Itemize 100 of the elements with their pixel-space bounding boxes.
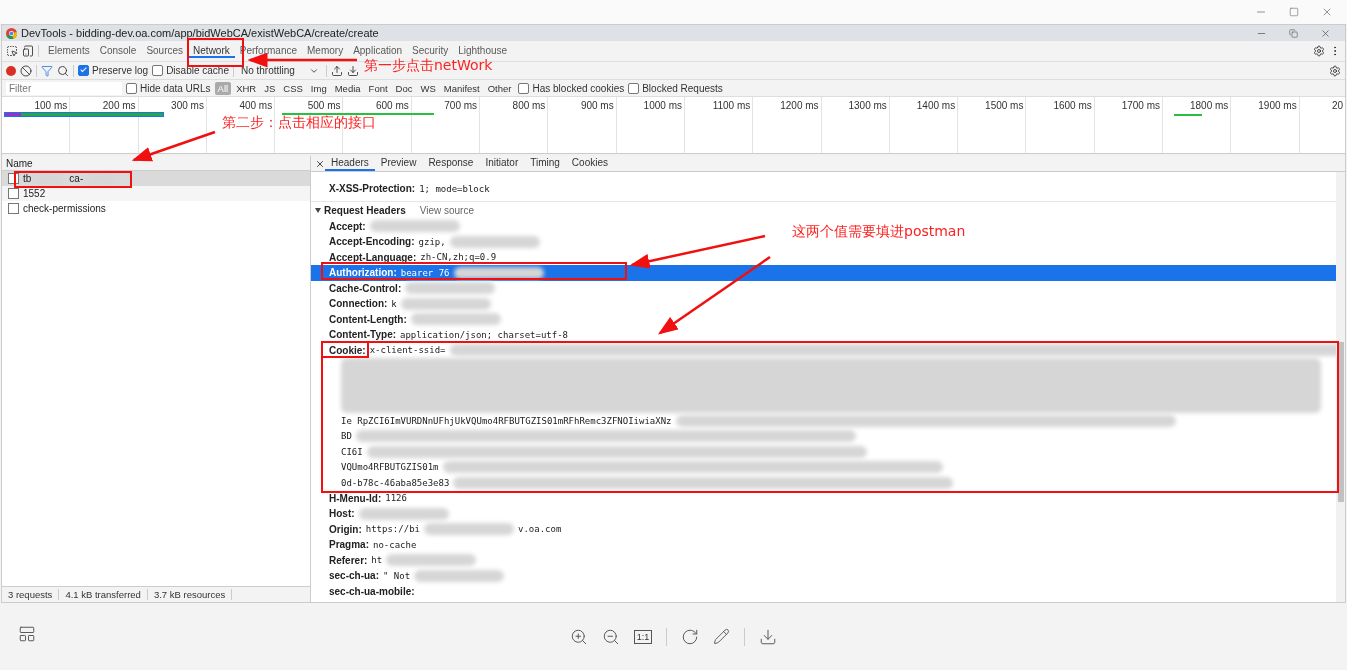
detail-tab[interactable]: Response: [422, 156, 480, 171]
panel-tab[interactable]: Elements: [43, 44, 95, 58]
detail-tab[interactable]: Initiator: [479, 156, 525, 171]
header-name: Cookie:: [329, 344, 366, 356]
type-filter[interactable]: Img: [307, 81, 330, 95]
request-row[interactable]: tb ca-: [2, 171, 310, 186]
annotation-note: 这两个值需要填进postman: [792, 223, 966, 239]
time-tick: 1000 ms: [643, 100, 682, 112]
detail-tab[interactable]: Cookies: [565, 156, 614, 171]
clear-icon[interactable]: [20, 64, 32, 77]
type-filter[interactable]: Manifest: [440, 81, 483, 95]
header-name: Authorization:: [329, 267, 397, 279]
checkbox[interactable]: [518, 82, 530, 94]
checkbox-label: Blocked Requests: [642, 82, 723, 94]
request-row[interactable]: 1552: [2, 186, 310, 201]
header-name: Content-Length:: [329, 313, 407, 325]
header-value: gzip,: [418, 236, 446, 247]
panel-tab[interactable]: Sources: [141, 44, 189, 58]
header-value: CI6I: [341, 446, 363, 457]
time-tick: 20: [1331, 100, 1343, 112]
checkbox[interactable]: [8, 188, 19, 199]
header-value: k: [391, 298, 397, 309]
time-tick: 1300 ms: [848, 100, 887, 112]
throttling-dropdown[interactable]: No throttling: [237, 65, 322, 76]
filter-field[interactable]: Filter: [6, 81, 122, 95]
layout-icon[interactable]: [18, 625, 36, 643]
section-title[interactable]: Request Headers: [315, 204, 406, 216]
time-tick: 1600 ms: [1053, 100, 1092, 112]
header-name: Referer:: [329, 554, 368, 566]
checkbox[interactable]: [78, 65, 89, 76]
record-icon[interactable]: [6, 65, 16, 76]
type-filter[interactable]: Font: [365, 81, 391, 95]
panel-tab[interactable]: Memory: [302, 44, 349, 58]
type-filter[interactable]: XHR: [233, 81, 260, 95]
header-name: Accept-Encoding:: [329, 236, 415, 248]
zoom-out-icon[interactable]: [601, 627, 620, 646]
zoom-in-icon[interactable]: [569, 627, 588, 646]
detail-tab[interactable]: Timing: [524, 156, 566, 171]
type-filter[interactable]: Media: [331, 81, 364, 95]
time-tick: 700 ms: [444, 100, 478, 112]
download-icon[interactable]: [759, 627, 778, 646]
view-source-link[interactable]: View source: [419, 204, 474, 216]
time-tick: 400 ms: [239, 100, 273, 112]
header-name: Accept:: [329, 220, 366, 232]
scrollbar-thumb[interactable]: [1337, 342, 1344, 502]
panel-tab[interactable]: Console: [94, 44, 142, 58]
device-toolbar-icon[interactable]: [22, 45, 34, 57]
header-value: v.oa.com: [517, 524, 562, 535]
panel-tab[interactable]: Security: [407, 44, 454, 58]
checkbox[interactable]: [8, 203, 19, 214]
settings-icon[interactable]: [1313, 45, 1325, 57]
rotate-icon[interactable]: [681, 627, 700, 646]
header-value: application/json; charset=utf-8: [400, 329, 568, 340]
selected-header-row[interactable]: Authorization: bearer 76: [311, 265, 1336, 281]
checkbox-label: Hide data URLs: [140, 82, 211, 94]
type-filter[interactable]: JS: [261, 81, 279, 95]
checkbox[interactable]: [8, 173, 19, 184]
pencil-icon[interactable]: [713, 628, 731, 645]
header-value: x-client-ssid=: [369, 345, 446, 356]
header-name: sec-ch-ua:: [329, 570, 379, 582]
browser-logo-icon: [6, 27, 17, 39]
header-value: https://bi: [365, 524, 420, 535]
download-icon[interactable]: [346, 64, 359, 77]
time-tick: 1100 ms: [712, 100, 751, 112]
status-text: 3 requests: [2, 589, 60, 600]
filter-icon[interactable]: [41, 64, 53, 77]
detail-tab[interactable]: Preview: [374, 156, 423, 171]
header-value: no-cache: [373, 539, 417, 550]
type-filter[interactable]: Doc: [392, 81, 416, 95]
annotation-note: 第一步点击netWork: [364, 57, 493, 73]
time-tick: 1900 ms: [1258, 100, 1297, 112]
type-filter[interactable]: WS: [417, 81, 439, 95]
header-name: X-XSS-Protection:: [329, 183, 416, 195]
header-name: Pragma:: [329, 539, 369, 551]
time-tick: 500 ms: [307, 100, 341, 112]
settings-icon[interactable]: [1329, 64, 1341, 77]
annotation-note: 第二步：点击相应的接口: [222, 114, 376, 130]
time-tick: 300 ms: [171, 100, 204, 112]
header-name: Connection:: [329, 298, 388, 310]
search-icon[interactable]: [57, 64, 69, 77]
upload-icon[interactable]: [330, 64, 343, 77]
checkbox[interactable]: [126, 82, 137, 94]
detail-tab[interactable]: Headers: [325, 156, 375, 171]
time-tick: 900 ms: [580, 100, 614, 112]
actual-size-button[interactable]: 1:1: [633, 629, 653, 644]
type-filter[interactable]: CSS: [280, 81, 306, 95]
header-value: BD: [341, 431, 352, 442]
checkbox[interactable]: [152, 65, 164, 76]
checkbox-label: Preserve log: [92, 65, 149, 76]
header-value: 1126: [385, 493, 407, 504]
close-icon[interactable]: [315, 158, 325, 169]
time-tick: 800 ms: [512, 100, 546, 112]
panel-tab[interactable]: Network: [188, 44, 235, 58]
window-title: DevTools - bidding-dev.oa.com/app/bidWebCA/existWebCA/create/create: [21, 27, 379, 39]
inspect-icon[interactable]: [6, 45, 18, 57]
panel-tab[interactable]: Lighthouse: [453, 44, 513, 58]
panel-tab[interactable]: Application: [348, 44, 408, 58]
request-name: tb: [23, 173, 32, 184]
checkbox[interactable]: [628, 82, 640, 94]
type-filter[interactable]: Other: [484, 81, 515, 95]
